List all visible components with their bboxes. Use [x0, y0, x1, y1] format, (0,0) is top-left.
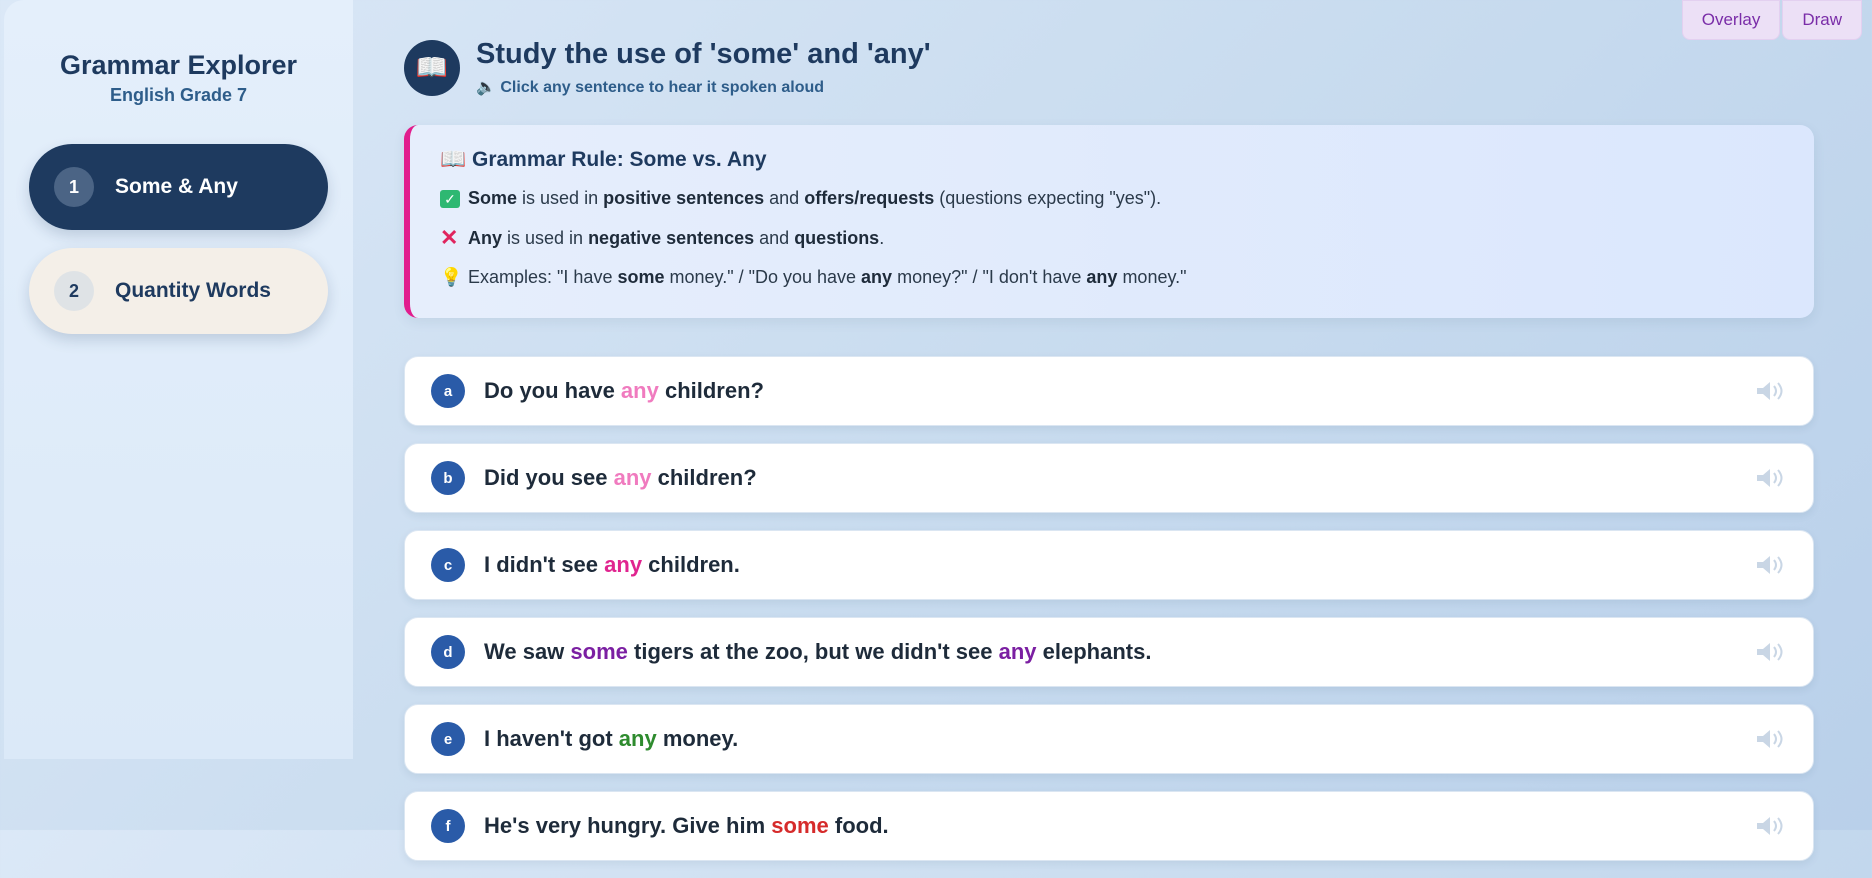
sentence-text: I didn't see any children. — [484, 552, 740, 577]
sidebar: Grammar Explorer English Grade 7 1 Some … — [4, 0, 353, 759]
sentence-text: Do you have any children? — [484, 378, 764, 403]
cross-icon: ✕ — [440, 225, 459, 250]
rule-text: Examples: "I have some money." / "Do you… — [468, 267, 1187, 287]
rule-text: Any is used in negative sentences and qu… — [468, 227, 885, 248]
app-subtitle: English Grade 7 — [109, 85, 248, 105]
speaker-icon[interactable] — [1755, 467, 1785, 489]
nav-item-number: 1 — [54, 167, 94, 207]
sentence-letter: c — [431, 548, 465, 582]
speaker-icon: 🔈 — [476, 79, 496, 96]
speaker-icon[interactable] — [1755, 728, 1785, 750]
book-icon: 📖 — [404, 39, 460, 96]
keyword: any — [604, 552, 643, 577]
nav-item-number: 2 — [54, 271, 94, 311]
keyword: any — [613, 465, 652, 490]
sentence-card[interactable]: d We saw some tigers at the zoo, but we … — [404, 617, 1814, 687]
speaker-icon[interactable] — [1755, 380, 1785, 402]
speaker-icon[interactable] — [1755, 815, 1785, 837]
speaker-icon[interactable] — [1755, 554, 1785, 576]
grammar-rule-box: 📖 Grammar Rule: Some vs. Any ✓ Some is u… — [404, 125, 1814, 318]
sentence-letter: f — [431, 809, 465, 843]
nav-item-some-any[interactable]: 1 Some & Any — [29, 144, 328, 230]
sentence-text: We saw some tigers at the zoo, but we di… — [484, 639, 1152, 664]
rule-line-examples: 💡 Examples: "I have some money." / "Do y… — [440, 267, 1784, 288]
sentence-text: I haven't got any money. — [484, 726, 739, 751]
sentence-card[interactable]: b Did you see any children? — [404, 443, 1814, 513]
app-title: Grammar Explorer — [59, 50, 298, 80]
keyword: any — [618, 726, 657, 751]
overlay-button[interactable]: Overlay — [1681, 0, 1781, 40]
keyword: any — [620, 378, 659, 403]
lesson-nav: 1 Some & Any 2 Quantity Words — [4, 144, 353, 334]
check-icon: ✓ — [440, 189, 460, 208]
rule-title-text: Grammar Rule: Some vs. Any — [472, 148, 767, 171]
sentence-card[interactable]: c I didn't see any children. — [404, 530, 1814, 600]
rule-text: Some is used in positive sentences and o… — [468, 188, 1162, 208]
nav-item-label: Some & Any — [115, 175, 238, 198]
keyword: some — [570, 639, 628, 664]
sentence-card[interactable]: a Do you have any children? — [404, 356, 1814, 426]
rule-line-some: ✓ Some is used in positive sentences and… — [440, 188, 1784, 209]
page-title: Study the use of 'some' and 'any' — [476, 38, 931, 70]
sentence-text: Did you see any children? — [484, 465, 757, 490]
draw-button[interactable]: Draw — [1782, 0, 1862, 40]
rule-title: 📖 Grammar Rule: Some vs. Any — [440, 148, 1784, 172]
sentence-letter: b — [431, 461, 465, 495]
nav-item-label: Quantity Words — [115, 279, 271, 302]
sentence-text: He's very hungry. Give him some food. — [484, 813, 889, 838]
sentence-letter: a — [431, 374, 465, 408]
page-subtitle-text: Click any sentence to hear it spoken alo… — [500, 79, 825, 96]
page-subtitle: 🔈 Click any sentence to hear it spoken a… — [476, 77, 931, 97]
keyword: some — [771, 813, 829, 838]
brand: Grammar Explorer English Grade 7 — [4, 0, 353, 106]
speaker-icon[interactable] — [1755, 641, 1785, 663]
lightbulb-icon: 💡 — [440, 267, 463, 287]
sentence-card[interactable]: f He's very hungry. Give him some food. — [404, 791, 1814, 861]
sentence-card[interactable]: e I haven't got any money. — [404, 704, 1814, 774]
page-header: 📖 Study the use of 'some' and 'any' 🔈 Cl… — [404, 38, 931, 97]
keyword: any — [998, 639, 1037, 664]
sentence-letter: d — [431, 635, 465, 669]
sentence-letter: e — [431, 722, 465, 756]
book-icon: 📖 — [440, 148, 467, 171]
sentence-list: a Do you have any children? b Did you se… — [404, 356, 1814, 878]
top-toolbar: Overlay Draw — [1681, 0, 1862, 40]
nav-item-quantity-words[interactable]: 2 Quantity Words — [29, 248, 328, 334]
rule-line-any: ✕ Any is used in negative sentences and … — [440, 225, 1784, 251]
